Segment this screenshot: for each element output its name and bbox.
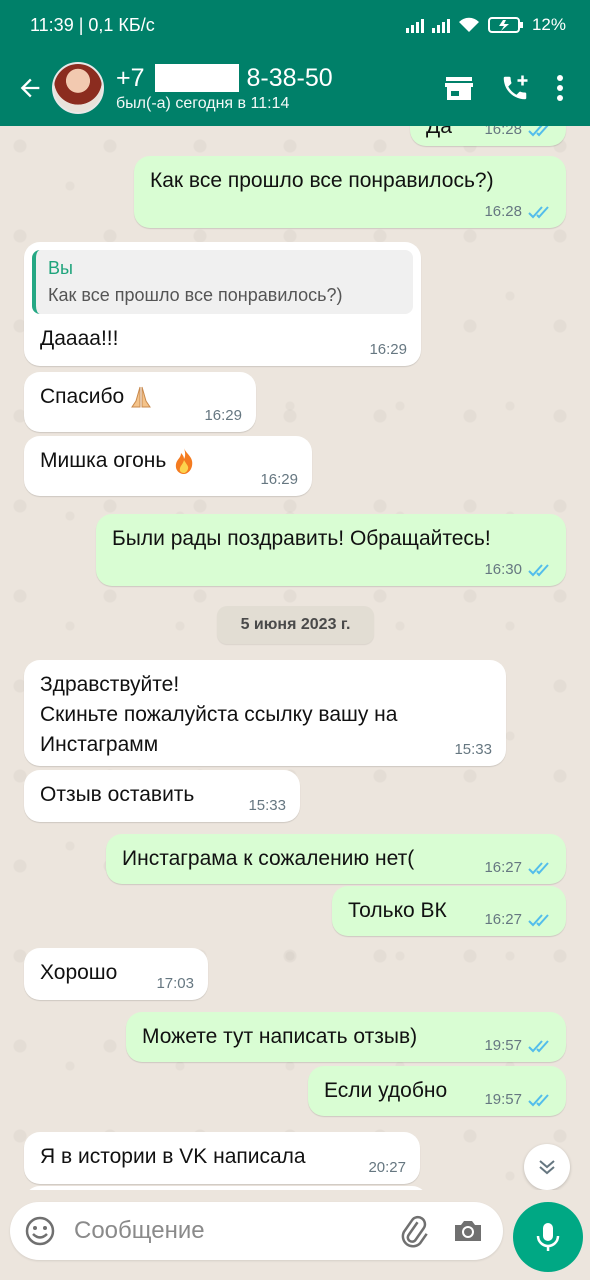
message-meta: 20:27 [368,1159,406,1176]
message-meta: 16:29 [260,471,298,488]
quoted-message[interactable]: Вы Как все прошло все понравилось?) [32,250,413,314]
message-bubble-out[interactable]: Можете тут написать отзыв) 19:57 [126,1012,566,1062]
quote-author: Вы [48,258,73,278]
message-time: 16:29 [369,341,407,358]
double-check-icon [528,1093,549,1106]
battery-level: 12% [531,15,566,34]
message-time: 16:29 [260,471,298,488]
message-time: 16:29 [204,407,242,424]
double-check-icon [528,205,549,218]
message-meta: 16:29 [204,407,242,424]
last-seen: был(-а) сегодня в 11:14 [116,94,290,112]
message-meta: 16:27 [484,911,552,928]
message-meta: 16:30 [484,561,552,578]
message-input-placeholder: Сообщение [74,1217,205,1244]
message-list[interactable]: Да 16:28 Как все прошло все понравилось?… [0,126,590,1190]
message-meta: 15:33 [454,741,492,758]
double-check-icon [528,126,548,136]
status-icons: 12% [405,15,566,35]
redacted-block [154,64,239,92]
date-separator: 5 июня 2023 г. [217,606,374,644]
double-check-icon [528,1039,549,1052]
double-check-icon [528,861,549,874]
message-meta: 16:28 [484,126,552,138]
message-meta: 15:33 [248,797,286,814]
contact-avatar[interactable] [52,62,104,114]
message-time: 19:57 [484,1091,522,1108]
camera-icon[interactable] [451,1214,485,1248]
message-bubble-in[interactable]: Спасибо 16:29 [24,372,256,432]
quote-text: Как все прошло все понравилось?) [48,285,343,305]
signal-icon [405,17,424,33]
message-input-box[interactable]: Сообщение [10,1202,503,1260]
contact-phone-suffix: 8-38-50 [246,63,333,92]
mic-button[interactable] [513,1202,583,1272]
message-meta: 19:57 [484,1037,552,1054]
fire-icon [176,448,193,475]
message-bubble-in[interactable]: Вы Как все прошло все понравилось?) Дааа… [24,242,421,366]
message-text: Мишка огонь [40,449,167,472]
message-bubble-in[interactable]: Здравствуйте! Скиньте пожалуйста ссылку … [24,660,506,766]
message-meta: 19:57 [484,1091,552,1108]
contact-phone-prefix: +7 [116,63,145,92]
message-time: 16:30 [484,561,522,578]
message-text: Даааа!!! [40,327,119,350]
message-text: Были рады поздравить! Обращайтесь! [112,527,491,550]
shop-icon[interactable] [444,74,474,102]
message-content: Мишка огонь [40,446,296,476]
chevron-double-down-icon [539,1160,555,1175]
paperclip-icon[interactable] [397,1214,431,1248]
message-bubble-out[interactable]: Только ВК 16:27 [332,886,566,936]
arrow-left-icon [20,78,40,98]
folded-hands-icon [131,387,152,408]
microphone-icon [536,1223,560,1251]
back-button[interactable] [8,66,52,110]
app-bar: +7 8-38-50 был(-а) сегодня в 11:14 [0,50,590,126]
message-meta: 16:27 [484,859,552,876]
message-bubble-out[interactable]: Как все прошло все понравилось?) 16:28 [134,156,566,228]
message-bubble-in[interactable]: Мишка огонь 16:29 [24,436,312,496]
message-time: 16:28 [484,203,522,220]
message-text: Отзыв оставить [40,783,195,806]
message-bubble-in[interactable]: Хорошо 17:03 [24,948,208,1000]
message-bubble-out[interactable]: Да 16:28 [410,126,566,146]
composer-bar: Сообщение [0,1190,590,1280]
message-text: Здравствуйте! Скиньте пожалуйста ссылку … [40,673,398,756]
message-meta: 16:29 [369,341,407,358]
message-time: 16:28 [484,126,522,138]
chat-header: 11:39 | 0,1 КБ/с 12% +7 8-38-50 был(-а) … [0,0,590,126]
emoji-icon[interactable] [24,1215,56,1247]
message-meta: 17:03 [156,975,194,992]
message-text: Я в истории в VK написала [40,1145,306,1168]
message-time: 20:27 [368,1159,406,1176]
wifi-icon [458,17,479,32]
add-call-icon[interactable] [500,73,530,103]
message-time: 15:33 [454,741,492,758]
contact-info[interactable]: +7 8-38-50 был(-а) сегодня в 11:14 [116,64,444,113]
double-check-icon [528,913,549,926]
signal-icon-2 [431,17,450,33]
more-vert-icon[interactable] [556,74,564,102]
status-time: 11:39 | 0,1 КБ/с [30,14,155,35]
contact-title: +7 8-38-50 [116,64,444,93]
message-bubble-in[interactable]: Отзыв оставить 15:33 [24,770,300,822]
message-bubble-out[interactable]: Если удобно 19:57 [308,1066,566,1116]
message-text: Как все прошло все понравилось?) [150,169,494,192]
double-check-icon [528,563,549,576]
message-bubble-out[interactable]: Инстаграма к сожалению нет( 16:27 [106,834,566,884]
message-bubble-in[interactable]: Я в истории в VK написала 20:27 [24,1132,420,1184]
message-time: 17:03 [156,975,194,992]
message-time: 15:33 [248,797,286,814]
message-time: 16:27 [484,911,522,928]
message-meta: 16:28 [484,203,552,220]
message-time: 16:27 [484,859,522,876]
scroll-down-button[interactable] [524,1144,570,1190]
message-text: Спасибо [40,385,125,408]
message-bubble-out[interactable]: Были рады поздравить! Обращайтесь! 16:30 [96,514,566,586]
message-time: 19:57 [484,1037,522,1054]
status-bar: 11:39 | 0,1 КБ/с 12% [0,0,590,50]
battery-icon [487,17,523,33]
header-actions [444,73,564,103]
